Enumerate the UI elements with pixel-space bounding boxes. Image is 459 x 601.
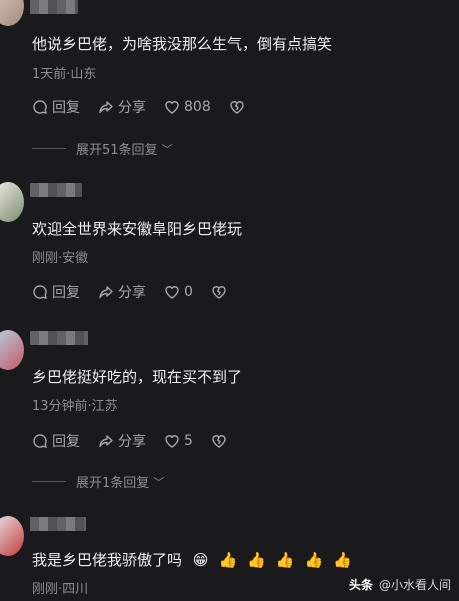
comment-text: 我是乡巴佬我骄傲了吗 😁 👍 👍 👍 👍 👍	[32, 549, 362, 570]
share-arrow-icon	[99, 286, 113, 299]
heart-icon	[165, 435, 179, 448]
comment-meta: 13分钟前·江苏	[32, 399, 118, 414]
share-arrow-icon	[99, 435, 113, 448]
comment-bubble-icon	[33, 434, 47, 448]
username-blurred[interactable]	[30, 183, 82, 197]
watermark: 头条 @小水看人间	[349, 576, 451, 593]
thumbs-up-emoji: 👍	[333, 551, 352, 569]
comment-bubble-icon	[33, 285, 47, 299]
share-arrow-icon	[99, 101, 113, 114]
like-count: 808	[184, 99, 211, 115]
comment-actions: 回复 分享 808	[32, 97, 267, 117]
expand-replies-button[interactable]: 展开51条回复 ﹀	[32, 139, 173, 158]
comment-text: 欢迎全世界来安徽阜阳乡巴佬玩	[32, 220, 243, 238]
thumbs-up-emoji: 👍	[304, 551, 324, 569]
broken-heart-icon	[212, 435, 226, 448]
divider	[32, 481, 66, 482]
username-blurred[interactable]	[30, 331, 88, 345]
thumbs-up-emoji: 👍	[275, 551, 295, 569]
like-button[interactable]: 0	[164, 284, 193, 300]
heart-icon	[165, 101, 179, 114]
comment-actions: 回复 分享 0	[32, 282, 249, 302]
broken-heart-icon	[230, 101, 244, 114]
reply-button[interactable]: 回复	[32, 97, 80, 117]
avatar[interactable]	[0, 330, 24, 370]
comment-meta: 刚刚·四川	[32, 582, 89, 597]
thumbs-up-emoji: 👍	[218, 551, 238, 569]
comment-text: 他说乡巴佬，为啥我没那么生气，倒有点搞笑	[32, 35, 333, 53]
chevron-down-icon: ﹀	[153, 475, 165, 489]
like-button[interactable]: 5	[164, 433, 193, 449]
dislike-button[interactable]	[211, 284, 231, 300]
share-button[interactable]: 分享	[98, 282, 146, 302]
dislike-button[interactable]	[211, 433, 231, 449]
emoji-row: 😁 👍 👍 👍 👍 👍	[193, 551, 362, 569]
comment-meta: 1天前·山东	[32, 67, 97, 82]
heart-icon	[165, 286, 179, 299]
watermark-handle: @小水看人间	[378, 578, 451, 592]
like-count: 0	[184, 284, 193, 300]
dislike-button[interactable]	[229, 99, 249, 115]
like-button[interactable]: 808	[164, 99, 211, 115]
comment-actions: 回复 分享 5	[32, 431, 249, 451]
thumbs-up-emoji: 👍	[247, 551, 266, 569]
username-blurred[interactable]	[30, 517, 86, 531]
comment-meta: 刚刚·安徽	[32, 251, 89, 266]
reply-button[interactable]: 回复	[32, 282, 80, 302]
broken-heart-icon	[212, 286, 226, 299]
chevron-down-icon: ﹀	[161, 142, 173, 156]
share-button[interactable]: 分享	[98, 431, 146, 451]
watermark-brand: 头条	[348, 578, 373, 592]
grin-emoji: 😁	[192, 551, 209, 569]
expand-replies-button[interactable]: 展开1条回复 ﹀	[32, 472, 164, 491]
share-button[interactable]: 分享	[98, 97, 146, 117]
reply-button[interactable]: 回复	[32, 431, 80, 451]
username-blurred[interactable]	[30, 0, 78, 14]
avatar[interactable]	[0, 0, 24, 26]
like-count: 5	[184, 433, 193, 449]
avatar[interactable]	[0, 182, 24, 222]
divider	[32, 148, 66, 149]
comment-text: 乡巴佬挺好吃的，现在买不到了	[32, 368, 243, 386]
avatar[interactable]	[0, 516, 24, 556]
comment-bubble-icon	[33, 100, 47, 114]
